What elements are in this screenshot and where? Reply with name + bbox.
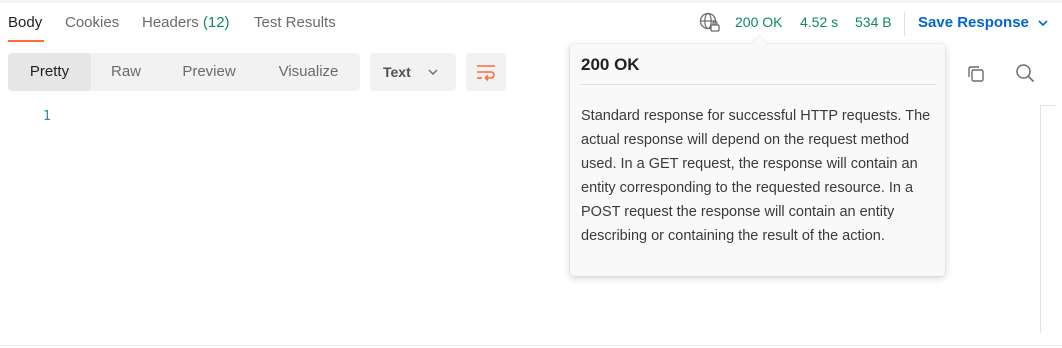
wrap-lines-icon [477, 65, 495, 82]
tab-headers-label: Headers [142, 14, 199, 31]
active-tab-indicator [8, 40, 44, 42]
tab-headers[interactable]: Headers (12) [142, 14, 230, 31]
status-code[interactable]: 200 OK [735, 14, 782, 30]
view-mode-pretty[interactable]: Pretty [8, 53, 91, 91]
view-mode-preview[interactable]: Preview [161, 53, 257, 91]
vertical-scrollbar[interactable] [1040, 105, 1041, 333]
tab-test-results-label: Test Results [254, 14, 336, 31]
format-selected: Text [383, 64, 411, 80]
save-response-button[interactable]: Save Response [918, 14, 1029, 31]
tooltip-divider [581, 84, 936, 85]
tab-body[interactable]: Body [8, 14, 44, 42]
tab-cookies-label: Cookies [65, 14, 120, 31]
tab-body-label: Body [8, 14, 43, 31]
line-number: 1 [43, 109, 51, 124]
view-mode-visualize[interactable]: Visualize [257, 53, 360, 91]
chevron-down-icon[interactable] [1036, 16, 1050, 30]
scrollbar-cap [1040, 105, 1056, 106]
status-tooltip: 200 OK Standard response for successful … [570, 44, 945, 276]
view-mode-raw[interactable]: Raw [91, 53, 161, 91]
tooltip-description: Standard response for successful HTTP re… [581, 108, 931, 244]
divider [904, 12, 905, 36]
bottom-border [0, 345, 1062, 346]
format-dropdown[interactable]: Text [370, 53, 456, 91]
view-mode-selector: Pretty Raw Preview Visualize [8, 53, 360, 91]
headers-count: (12) [202, 14, 230, 31]
tooltip-title: 200 OK [581, 55, 640, 74]
response-time[interactable]: 4.52 s [800, 14, 838, 30]
tab-cookies[interactable]: Cookies [65, 14, 119, 31]
search-icon[interactable] [1013, 61, 1037, 85]
copy-icon[interactable] [964, 62, 988, 86]
wrap-lines-button[interactable] [466, 53, 506, 91]
globe-lock-icon[interactable] [699, 12, 721, 34]
top-border [0, 0, 1062, 3]
chevron-down-icon [428, 69, 438, 75]
response-size[interactable]: 534 B [855, 14, 892, 30]
tab-test-results[interactable]: Test Results [254, 14, 336, 31]
